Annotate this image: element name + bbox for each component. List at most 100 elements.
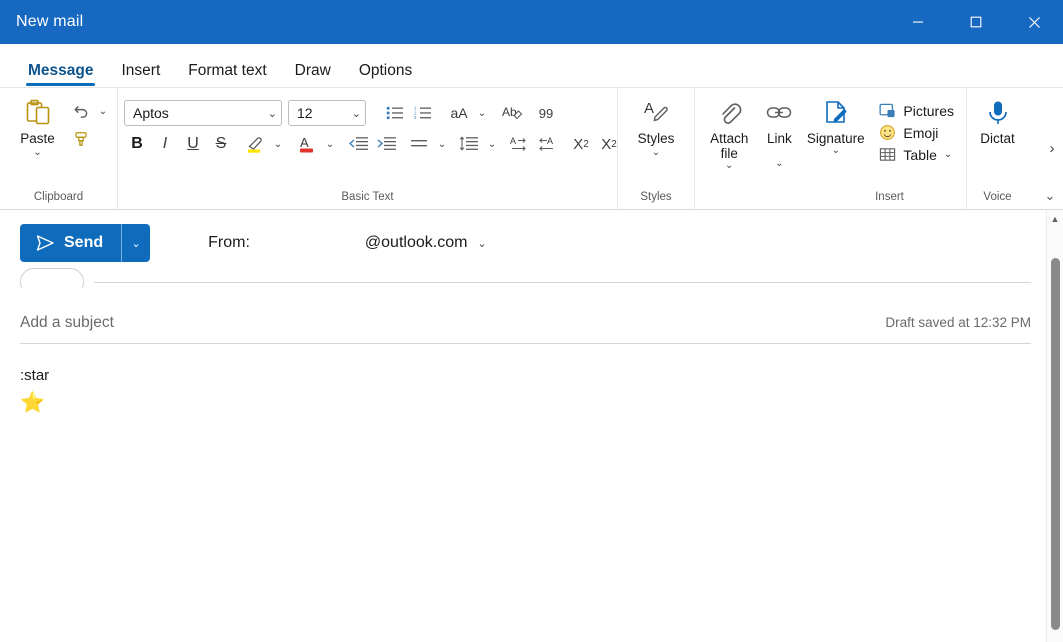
strikethrough-button[interactable]: S bbox=[208, 131, 234, 157]
font-color-button[interactable]: A bbox=[294, 131, 320, 157]
undo-button[interactable] bbox=[67, 98, 95, 124]
recipient-field-pill[interactable] bbox=[20, 268, 84, 288]
subscript-label: X bbox=[573, 135, 584, 153]
subscript-button[interactable]: X2 bbox=[568, 131, 594, 157]
from-chevron-down-icon: ⌄ bbox=[477, 237, 487, 250]
align-button[interactable] bbox=[406, 131, 432, 157]
close-icon bbox=[1028, 16, 1040, 28]
format-painter-button[interactable] bbox=[68, 126, 94, 152]
subscript-sub: 2 bbox=[583, 138, 589, 150]
from-account-selector[interactable]: @outlook.com ⌄ bbox=[365, 234, 487, 252]
signature-chevron-icon[interactable]: ⌄ bbox=[832, 145, 840, 156]
basic-text-group-body: Aptos ⌄ 12 ⌄ 1 2 3 aA ⌄ Ab 99 B I U S ⌄ … bbox=[124, 88, 617, 189]
numbered-list-button[interactable]: 1 2 3 bbox=[410, 100, 436, 126]
line-spacing-icon bbox=[459, 136, 478, 151]
highlight-button[interactable] bbox=[242, 131, 268, 157]
clear-formatting-button[interactable]: Ab bbox=[500, 100, 526, 126]
increase-indent-button[interactable] bbox=[374, 131, 400, 157]
styles-icon: A bbox=[644, 100, 668, 122]
font-family-value: Aptos bbox=[133, 105, 169, 121]
ribbon-collapse-button[interactable]: ⌄ bbox=[1041, 187, 1059, 205]
underline-button[interactable]: U bbox=[180, 131, 206, 157]
italic-button[interactable]: I bbox=[152, 131, 178, 157]
send-options-dropdown[interactable]: ⌄ bbox=[122, 224, 150, 262]
scrollbar-track[interactable] bbox=[1047, 228, 1063, 642]
table-chevron-icon[interactable]: ⌄ bbox=[944, 149, 952, 160]
link-chevron-icon[interactable]: ⌄ bbox=[775, 158, 783, 169]
recipient-row-remnant bbox=[20, 268, 1031, 288]
signature-button[interactable]: Signature ⌄ bbox=[801, 94, 870, 156]
decrease-indent-icon bbox=[349, 137, 368, 150]
paste-button[interactable]: Paste ⌄ bbox=[10, 94, 65, 158]
insert-small-list: Pictures Emoji Table ⌄ bbox=[876, 94, 960, 165]
undo-chevron-icon[interactable]: ⌄ bbox=[95, 98, 111, 124]
subject-input[interactable]: Add a subject bbox=[20, 314, 114, 332]
compose-scrollbar[interactable]: ▲ bbox=[1046, 210, 1063, 642]
voice-group-label: Voice bbox=[983, 191, 1012, 203]
svg-text:A: A bbox=[510, 136, 516, 146]
emoji-button[interactable]: Emoji bbox=[876, 122, 960, 143]
tab-format-text[interactable]: Format text bbox=[174, 62, 280, 87]
window-controls bbox=[889, 0, 1063, 44]
send-button[interactable]: Send ⌄ bbox=[20, 224, 151, 262]
align-icon bbox=[411, 140, 427, 147]
compose-area: Send ⌄ From: @outlook.com ⌄ Add a subjec… bbox=[0, 210, 1063, 642]
styles-chevron-icon[interactable]: ⌄ bbox=[652, 147, 660, 158]
tab-draw[interactable]: Draw bbox=[281, 62, 345, 87]
styles-button[interactable]: A Styles ⌄ bbox=[624, 94, 688, 158]
styles-group-body: A Styles ⌄ bbox=[624, 88, 688, 189]
minimize-icon bbox=[913, 21, 923, 23]
line-spacing-chevron-icon[interactable]: ⌄ bbox=[484, 131, 500, 157]
ltr-text-direction-button[interactable]: A bbox=[506, 131, 532, 157]
window-title: New mail bbox=[16, 13, 84, 30]
bold-button[interactable]: B bbox=[124, 131, 150, 157]
minimize-button[interactable] bbox=[889, 0, 947, 44]
body-line-1[interactable]: :star bbox=[20, 362, 1031, 390]
ribbon-group-basic-text: Aptos ⌄ 12 ⌄ 1 2 3 aA ⌄ Ab 99 B I U S ⌄ … bbox=[117, 88, 617, 209]
numbered-list-icon: 1 2 3 bbox=[414, 106, 431, 120]
change-case-button[interactable]: aA bbox=[446, 100, 472, 126]
voice-group-body: Dictat bbox=[973, 88, 1022, 189]
tab-message[interactable]: Message bbox=[14, 62, 107, 87]
rtl-icon: A bbox=[539, 136, 553, 151]
link-button[interactable]: Link ⌄ bbox=[757, 94, 801, 169]
font-size-combo[interactable]: 12 ⌄ bbox=[288, 100, 366, 126]
tab-insert[interactable]: Insert bbox=[107, 62, 174, 87]
dictate-label: Dictat bbox=[980, 131, 1015, 146]
font-family-combo[interactable]: Aptos ⌄ bbox=[124, 100, 282, 126]
pictures-button[interactable]: Pictures bbox=[876, 100, 960, 121]
table-button[interactable]: Table ⌄ bbox=[876, 144, 960, 165]
increase-indent-icon bbox=[377, 137, 396, 150]
bulleted-list-button[interactable] bbox=[382, 100, 408, 126]
body-line-2-star-emoji[interactable]: ⭐ bbox=[20, 390, 1031, 416]
emoji-label: Emoji bbox=[903, 124, 939, 141]
paste-chevron-icon[interactable]: ⌄ bbox=[33, 147, 41, 158]
quote-button[interactable]: 99 bbox=[534, 100, 558, 126]
basic-text-group-label: Basic Text bbox=[341, 191, 394, 203]
attach-file-button[interactable]: Attach file ⌄ bbox=[701, 94, 757, 171]
svg-text:A: A bbox=[300, 135, 309, 150]
attach-file-chevron-icon[interactable]: ⌄ bbox=[725, 160, 733, 171]
decrease-indent-button[interactable] bbox=[346, 131, 372, 157]
clipboard-group-body: Paste ⌄ ⌄ bbox=[6, 88, 111, 189]
tab-options[interactable]: Options bbox=[345, 62, 426, 87]
align-chevron-icon[interactable]: ⌄ bbox=[434, 131, 450, 157]
maximize-button[interactable] bbox=[947, 0, 1005, 44]
scrollbar-thumb[interactable] bbox=[1051, 258, 1060, 630]
table-icon bbox=[880, 148, 896, 161]
highlight-chevron-icon[interactable]: ⌄ bbox=[270, 131, 286, 157]
send-button-main[interactable]: Send bbox=[20, 224, 121, 262]
message-body[interactable]: :star ⭐ bbox=[20, 362, 1031, 642]
send-icon bbox=[36, 235, 54, 251]
pictures-label: Pictures bbox=[903, 102, 954, 119]
change-case-chevron-icon[interactable]: ⌄ bbox=[474, 100, 490, 126]
scroll-up-arrow-icon[interactable]: ▲ bbox=[1047, 210, 1063, 228]
rtl-text-direction-button[interactable]: A bbox=[534, 131, 560, 157]
ribbon-group-styles: A Styles ⌄ Styles bbox=[617, 88, 694, 209]
line-spacing-button[interactable] bbox=[456, 131, 482, 157]
font-color-chevron-icon[interactable]: ⌄ bbox=[322, 131, 338, 157]
close-button[interactable] bbox=[1005, 0, 1063, 44]
dictate-button[interactable]: Dictat bbox=[973, 94, 1022, 146]
send-label: Send bbox=[64, 234, 104, 251]
subject-row[interactable]: Add a subject Draft saved at 12:32 PM bbox=[20, 302, 1031, 344]
